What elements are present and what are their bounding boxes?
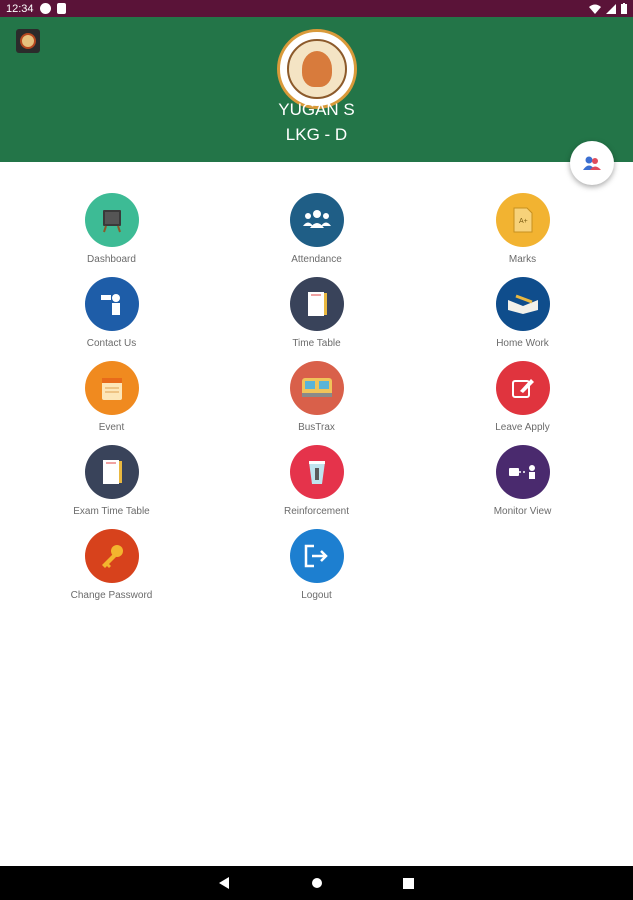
menu-label: Contact Us [86,338,137,349]
school-logo [277,29,357,109]
users-icon [583,156,601,170]
attendance-icon [289,193,344,247]
marks-icon: A+ [495,193,550,247]
menu-label: Monitor View [493,506,552,517]
wifi-icon [589,4,601,14]
menu-label: Dashboard [87,254,136,265]
battery-icon [621,3,627,14]
bus-icon [289,361,344,415]
switch-profile-button[interactable] [570,141,614,185]
menu-item-leave-apply[interactable]: Leave Apply [417,353,628,437]
signal-icon [606,3,616,14]
menu-item-logout[interactable]: Logout [211,521,422,605]
monitor-icon [495,445,550,499]
status-time: 12:34 [6,2,34,15]
menu-item-marks[interactable]: A+ Marks [417,185,628,269]
menu-item-event[interactable]: Event [6,353,217,437]
key-icon [84,529,139,583]
leave-icon [495,361,550,415]
menu-label: Marks [508,254,537,265]
menu-item-change-password[interactable]: Change Password [6,521,217,605]
student-name: YUGAN S [278,100,355,119]
home-icon[interactable] [311,877,323,889]
logout-icon [289,529,344,583]
menu-label: Leave Apply [495,422,550,433]
menu-label: BusTrax [298,422,335,433]
menu-label: Event [98,422,125,433]
menu-item-monitor-view[interactable]: Monitor View [417,437,628,521]
homework-icon [495,277,550,331]
menu-label: Attendance [291,254,342,265]
system-navigation-bar [0,866,633,900]
contact-icon [84,277,139,331]
exam-timetable-icon [84,445,139,499]
menu-label: Logout [301,590,332,601]
event-icon [84,361,139,415]
recents-icon[interactable] [403,877,414,889]
menu-item-contact-us[interactable]: Contact Us [6,269,217,353]
svg-text:A+: A+ [519,218,528,225]
app-icon[interactable] [16,29,40,53]
menu-item-exam-time-table[interactable]: Exam Time Table [6,437,217,521]
dashboard-icon [84,193,139,247]
menu-item-reinforcement[interactable]: Reinforcement [211,437,422,521]
menu-label: Time Table [292,338,341,349]
menu-item-dashboard[interactable]: Dashboard [6,185,217,269]
reinforcement-icon [289,445,344,499]
menu-item-time-table[interactable]: Time Table [211,269,422,353]
timetable-icon [289,277,344,331]
menu-item-home-work[interactable]: Home Work [417,269,628,353]
status-bar: 12:34 [0,0,633,17]
menu-item-bustrax[interactable]: BusTrax [211,353,422,437]
menu-label: Change Password [70,590,153,601]
menu-label: Reinforcement [283,506,350,517]
menu-label: Home Work [496,338,549,349]
notification-icon [39,3,51,14]
back-icon[interactable] [219,877,231,889]
sim-card-icon [56,3,66,14]
menu-label: Exam Time Table [73,506,150,517]
profile-header: YUGAN S LKG - D [0,17,633,162]
student-class: LKG - D [285,125,348,144]
menu-item-attendance[interactable]: Attendance [211,185,422,269]
